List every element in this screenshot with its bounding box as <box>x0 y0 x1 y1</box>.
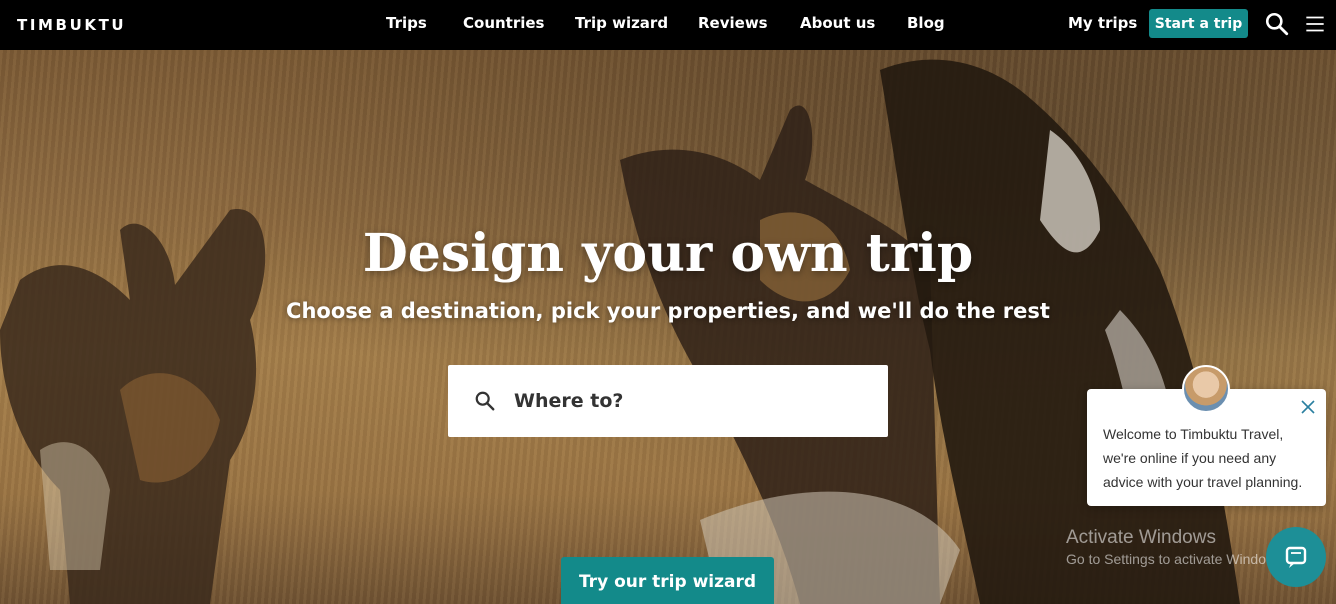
nav-blog[interactable]: Blog <box>907 14 945 32</box>
try-trip-wizard-button[interactable]: Try our trip wizard <box>561 557 774 604</box>
nav-trips[interactable]: Trips <box>386 14 427 32</box>
nav-countries[interactable]: Countries <box>463 14 544 32</box>
close-icon[interactable] <box>1300 399 1316 415</box>
hero-title: Design your own trip <box>362 223 974 284</box>
top-nav-bar: TIMBUKTU Trips Countries Trip wizard Rev… <box>0 0 1336 50</box>
nav-trip-wizard[interactable]: Trip wizard <box>575 14 668 32</box>
search-icon <box>475 391 495 411</box>
search-icon[interactable] <box>1264 11 1290 37</box>
destination-search-input[interactable] <box>514 390 854 412</box>
start-a-trip-button[interactable]: Start a trip <box>1149 9 1248 38</box>
chat-launcher-button[interactable] <box>1266 527 1326 587</box>
wild-dogs-right-image <box>620 59 1240 604</box>
chat-bubble-icon <box>1285 546 1307 568</box>
nav-about-us[interactable]: About us <box>800 14 875 32</box>
hamburger-menu-icon[interactable] <box>1302 11 1328 37</box>
nav-reviews[interactable]: Reviews <box>698 14 768 32</box>
chat-agent-avatar <box>1182 365 1230 413</box>
main-nav: Trips Countries Trip wizard Reviews Abou… <box>0 0 1336 50</box>
chat-welcome-message: Welcome to Timbuktu Travel, we're online… <box>1103 426 1303 490</box>
watermark-subtitle: Go to Settings to activate Windows. <box>1066 551 1287 567</box>
destination-search-box[interactable] <box>448 365 888 437</box>
hero-subtitle: Choose a destination, pick your properti… <box>286 299 1050 323</box>
my-trips-link[interactable]: My trips <box>1068 14 1137 32</box>
watermark-title: Activate Windows <box>1066 527 1216 548</box>
hero-banner: Design your own trip Choose a destinatio… <box>0 50 1336 604</box>
activate-windows-watermark: Activate Windows Go to Settings to activ… <box>1066 527 1287 567</box>
chat-welcome-popup[interactable]: Welcome to Timbuktu Travel, we're online… <box>1087 365 1326 506</box>
